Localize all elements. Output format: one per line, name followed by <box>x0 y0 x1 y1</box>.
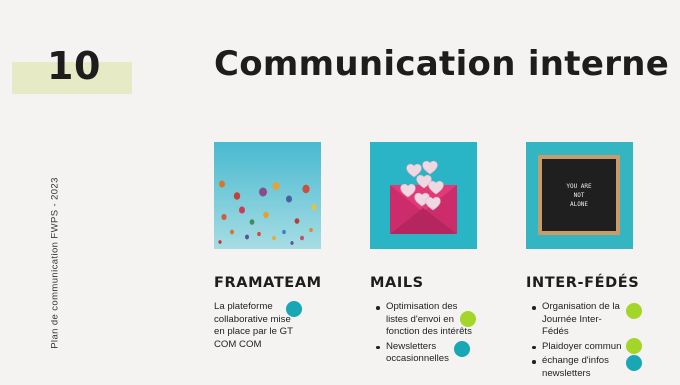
page-title: Communication interne <box>214 44 670 84</box>
column-heading: FRAMATEAM <box>214 275 322 291</box>
photo-text-line: YOU ARE <box>566 183 592 190</box>
badge-icon <box>454 340 470 357</box>
column-body: La plateforme collaborative mise en plac… <box>214 301 364 351</box>
badge-icon <box>626 337 642 354</box>
photo-text-line: ALONE <box>570 201 588 208</box>
column-body: Organisation de la Journée Inter-Fédés P… <box>526 301 676 381</box>
hot-air-balloons-photo <box>214 142 321 249</box>
badge-icon <box>626 355 642 372</box>
list-item: échange d'infos newsletters <box>532 355 642 380</box>
list-item: Organisation de la Journée Inter-Fédés <box>532 301 642 339</box>
column-mails: MAILS Optimisation des listes d'envoi en… <box>370 142 520 368</box>
column-inter-fedes: YOU ARE NOT ALONE INTER-FÉDÉS Organisati… <box>526 142 676 383</box>
badge-icon <box>626 303 642 319</box>
column-text-content: La plateforme collaborative mise en plac… <box>214 301 293 350</box>
slide-number: 10 <box>47 44 101 88</box>
badge-icon <box>460 311 476 327</box>
column-heading: MAILS <box>370 275 424 291</box>
column-text: La plateforme collaborative mise en plac… <box>214 301 302 351</box>
bullet-list: Optimisation des listes d'envoi en fonct… <box>370 301 520 366</box>
letter-board-photo: YOU ARE NOT ALONE <box>526 142 633 249</box>
list-item: Newsletters occasionnelles <box>376 340 472 366</box>
column-heading: INTER-FÉDÉS <box>526 275 640 291</box>
badge-icon <box>286 301 302 317</box>
bullet-list: Organisation de la Journée Inter-Fédés P… <box>526 301 676 381</box>
column-body: Optimisation des listes d'envoi en fonct… <box>370 301 520 366</box>
list-item-text: Newsletters occasionnelles <box>386 340 449 365</box>
list-item-text: échange d'infos newsletters <box>542 355 609 379</box>
list-item: Optimisation des listes d'envoi en fonct… <box>376 301 476 339</box>
slide: 10 Communication interne Plan de communi… <box>0 0 680 385</box>
side-caption: Plan de communication FWPS - 2023 <box>49 177 61 349</box>
column-framateam: FRAMATEAM La plateforme collaborative mi… <box>214 142 364 351</box>
list-item: Plaidoyer commun <box>532 337 642 354</box>
photo-text-line: NOT <box>574 192 585 199</box>
envelope-hearts-photo <box>370 142 477 249</box>
list-item-text: Plaidoyer commun <box>542 340 622 352</box>
list-item-text: Organisation de la Journée Inter-Fédés <box>542 301 620 338</box>
list-item-text: Optimisation des listes d'envoi en fonct… <box>386 301 472 338</box>
